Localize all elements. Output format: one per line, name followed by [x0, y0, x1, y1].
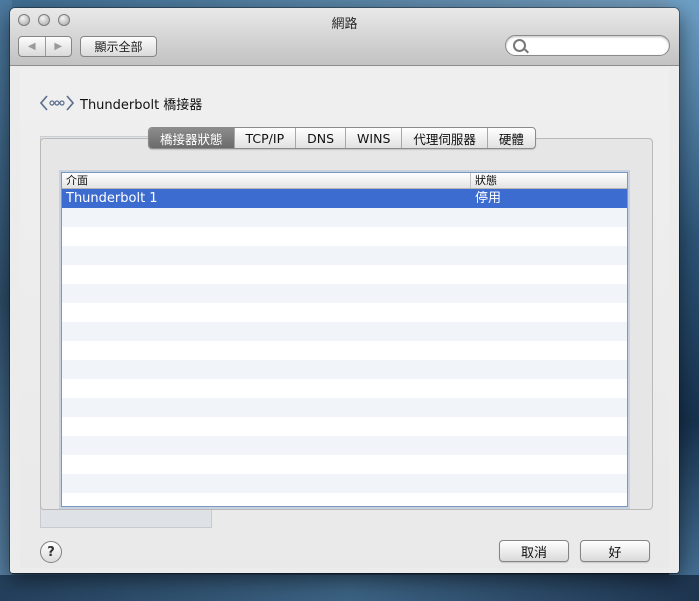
- back-forward-buttons: ◀ ▶: [18, 36, 72, 57]
- desktop-background-bottom: [0, 575, 699, 601]
- search-field[interactable]: [505, 35, 670, 56]
- table-rows: Thunderbolt 1 停用: [62, 189, 627, 506]
- network-preferences-window: 網路 ◀ ▶ 顯示全部 Thunderbolt 橋接器 橋接器狀態 TCP/IP…: [10, 8, 679, 573]
- back-button[interactable]: ◀: [19, 37, 45, 56]
- tab-dns[interactable]: DNS: [295, 128, 345, 148]
- ok-button[interactable]: 好: [580, 540, 650, 562]
- table-row[interactable]: Thunderbolt 1 停用: [62, 189, 627, 208]
- forward-arrow-icon: ▶: [54, 41, 63, 52]
- thunderbolt-bridge-icon: [40, 95, 74, 111]
- help-button[interactable]: ?: [40, 541, 62, 563]
- show-all-button[interactable]: 顯示全部: [80, 36, 157, 57]
- panel-header: Thunderbolt 橋接器: [40, 92, 202, 114]
- cancel-button[interactable]: 取消: [499, 540, 569, 562]
- tab-proxies[interactable]: 代理伺服器: [401, 128, 487, 148]
- window-title: 網路: [331, 17, 358, 32]
- column-header-status[interactable]: 狀態: [471, 173, 627, 188]
- interface-status-cell: 停用: [475, 191, 502, 206]
- tab-bridge-status[interactable]: 橋接器狀態: [149, 128, 234, 148]
- panel-title: Thunderbolt 橋接器: [80, 97, 203, 113]
- forward-button[interactable]: ▶: [44, 37, 72, 56]
- tab-hardware[interactable]: 硬體: [486, 128, 535, 148]
- table-header: 介面 狀態: [62, 173, 627, 189]
- title-bar: 網路 ◀ ▶ 顯示全部: [10, 8, 679, 66]
- tab-tcpip[interactable]: TCP/IP: [233, 128, 296, 148]
- interface-name-cell: Thunderbolt 1: [66, 191, 158, 206]
- content-area: Thunderbolt 橋接器 橋接器狀態 TCP/IP DNS WINS 代理…: [10, 66, 679, 573]
- search-input[interactable]: [528, 37, 662, 54]
- column-header-interface[interactable]: 介面: [62, 173, 471, 188]
- back-arrow-icon: ◀: [27, 41, 36, 52]
- tab-bar: 橋接器狀態 TCP/IP DNS WINS 代理伺服器 硬體: [148, 127, 536, 149]
- search-icon: [513, 39, 526, 52]
- tab-wins[interactable]: WINS: [345, 128, 401, 148]
- interface-table[interactable]: 介面 狀態 Thunderbolt 1 停用: [61, 172, 628, 507]
